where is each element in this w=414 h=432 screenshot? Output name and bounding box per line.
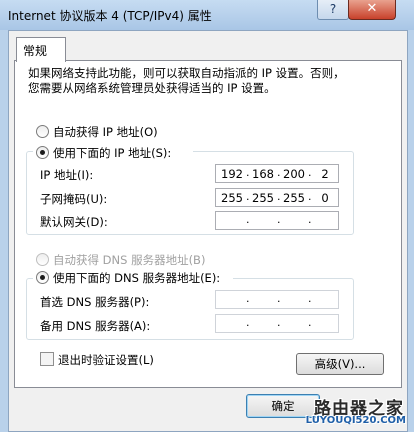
watermark-url: LUYOUQI520.COM — [305, 415, 406, 426]
gateway-field[interactable]: . . . — [215, 211, 339, 230]
preferred-dns-field[interactable]: . . . — [215, 290, 339, 309]
window-title: Internet 协议版本 4 (TCP/IPv4) 属性 — [8, 9, 212, 23]
dns-auto-label: 自动获得 DNS 服务器地址(B) — [53, 253, 206, 267]
alternate-dns-label: 备用 DNS 服务器(A): — [40, 319, 151, 333]
help-icon: ? — [329, 2, 337, 16]
preferred-dns-label: 首选 DNS 服务器(P): — [40, 295, 150, 309]
ip-manual-label: 使用下面的 IP 地址(S): — [53, 146, 172, 160]
dns-manual-label: 使用下面的 DNS 服务器地址(E): — [53, 271, 221, 285]
description-text: 如果网络支持此功能，则可以获取自动指派的 IP 设置。否则， 您需要从网络系统管… — [28, 66, 345, 96]
watermark-logo: 路由器之家 LUYOUQI520.COM — [282, 394, 414, 430]
subnet-label: 子网掩码(U): — [40, 192, 108, 206]
radio-dns-auto[interactable] — [36, 253, 49, 266]
close-button[interactable]: ✕ — [348, 0, 396, 20]
subnet-field[interactable]: 255 . 255 . 255 . 0 — [215, 188, 339, 207]
description-line-2: 您需要从网络系统管理员处获得适当的 IP 设置。 — [28, 81, 276, 95]
radio-ip-auto[interactable] — [36, 125, 49, 138]
gateway-label: 默认网关(D): — [40, 215, 108, 229]
close-icon: ✕ — [366, 1, 378, 16]
radio-ip-manual[interactable] — [36, 146, 49, 159]
advanced-button[interactable]: 高级(V)... — [296, 353, 384, 375]
validate-checkbox[interactable] — [40, 352, 54, 366]
tab-general[interactable]: 常规 — [16, 37, 66, 62]
validate-label: 退出时验证设置(L) — [58, 353, 154, 367]
description-line-1: 如果网络支持此功能，则可以获取自动指派的 IP 设置。否则， — [28, 66, 345, 80]
ip-auto-label: 自动获得 IP 地址(O) — [53, 125, 158, 139]
tab-general-label: 常规 — [23, 44, 48, 58]
ip-address-label: IP 地址(I): — [40, 168, 94, 182]
ip-address-field[interactable]: 192 . 168 . 200 . 2 — [215, 164, 339, 183]
help-button[interactable]: ? — [317, 0, 349, 20]
alternate-dns-field[interactable]: . . . — [215, 314, 339, 333]
radio-dns-manual[interactable] — [36, 271, 49, 284]
